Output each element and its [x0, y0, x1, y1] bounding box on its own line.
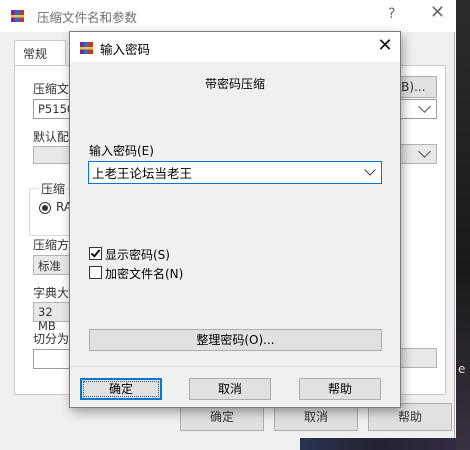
password-combobox[interactable]	[88, 161, 382, 184]
password-label: 输入密码(E)	[89, 144, 154, 158]
chevron-down-icon	[418, 100, 431, 113]
archive-settings-title: 压缩文件名和参数	[37, 10, 138, 25]
format-radio-rar[interactable]	[39, 202, 51, 214]
archive-name-label: 压缩文	[33, 82, 70, 96]
organize-passwords-button[interactable]: 整理密码(O)...	[89, 329, 382, 351]
tab-general[interactable]: 常规	[14, 40, 66, 66]
help-icon[interactable]: ?	[388, 6, 395, 22]
winrar-books-icon	[11, 10, 24, 22]
tab-general-label: 常规	[23, 47, 48, 61]
encrypt-filenames-label: 加密文件名(N)	[105, 267, 184, 281]
chevron-down-icon	[418, 145, 431, 158]
dictionary-size-label: 字典大	[33, 286, 70, 300]
checkmark-icon	[90, 247, 101, 258]
desktop-background-bottom	[300, 438, 456, 450]
help-button[interactable]: 帮助	[299, 378, 381, 400]
password-input[interactable]	[92, 164, 356, 181]
ok-button[interactable]: 确定	[80, 378, 162, 400]
default-profile-label: 默认配	[33, 130, 70, 144]
split-volumes-label: 切分为	[33, 332, 70, 346]
dialog-title: 输入密码	[100, 42, 151, 57]
dialog-footer: 确定 取消 帮助	[70, 366, 400, 407]
winrar-books-icon	[80, 42, 93, 54]
close-icon[interactable]: ✕	[373, 35, 397, 59]
compression-method-label: 压缩方	[33, 238, 70, 252]
desktop-edge-text: e	[458, 362, 466, 376]
close-icon[interactable]: ✕	[430, 2, 445, 23]
show-password-label: 显示密码(S)	[105, 248, 170, 262]
show-password-box[interactable]	[89, 247, 102, 260]
chevron-down-icon[interactable]	[364, 164, 376, 176]
archive-format-group-label: 压缩	[39, 180, 68, 197]
enter-password-dialog: 输入密码 ✕ 带密码压缩 输入密码(E) 显示密码(S) 加密文件名(N) 整理…	[69, 31, 401, 408]
encrypt-filenames-box[interactable]	[89, 266, 102, 279]
cancel-button[interactable]: 取消	[189, 378, 271, 400]
desktop-background: e	[456, 0, 470, 450]
dialog-titlebar: 输入密码 ✕	[70, 32, 400, 62]
dialog-header: 带密码压缩	[204, 77, 265, 91]
archive-settings-titlebar: 压缩文件名和参数 ? ✕	[0, 0, 455, 32]
